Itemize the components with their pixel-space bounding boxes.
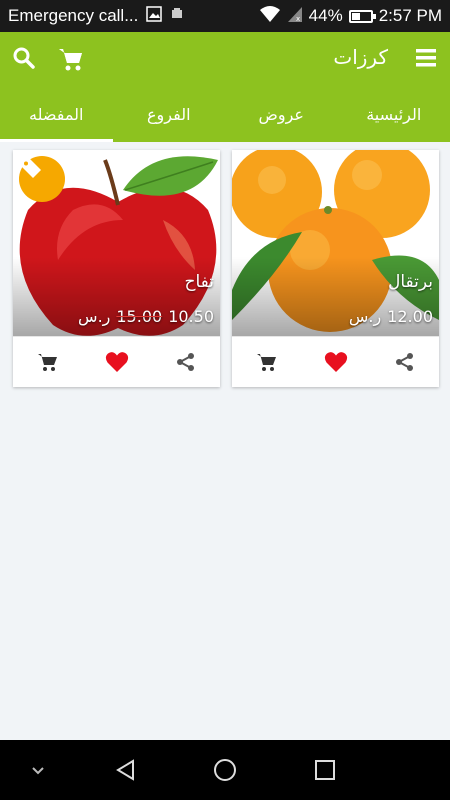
tab-label: عروض [258,104,304,124]
tab-home[interactable]: الرئيسية [338,86,450,142]
recents-icon[interactable] [314,759,336,785]
back-icon[interactable] [114,758,138,786]
tab-label: الفروع [147,104,191,124]
card-actions [13,336,220,387]
tab-label: الرئيسية [366,104,422,124]
product-card[interactable]: تفاح 10.50 15.00 ر.س [13,150,220,387]
navigation-bar [0,740,450,800]
tab-bar: الرئيسية عروض الفروع المفضله [0,86,450,142]
price-currency: ر.س [348,307,382,326]
product-price: 12.00 ر.س [349,307,433,326]
collapse-icon[interactable] [30,762,46,781]
signal-icon: x [287,5,303,28]
product-price: 10.50 15.00 ر.س [78,307,214,326]
add-to-cart-icon[interactable] [253,348,281,376]
product-name: برتقال [388,272,433,292]
app-bar: كرزات [0,32,450,86]
product-card[interactable]: برتقال 12.00 ر.س [232,150,439,387]
menu-icon[interactable] [414,47,438,71]
home-icon[interactable] [213,758,237,786]
image-icon [146,5,163,27]
tab-branches[interactable]: الفروع [113,86,226,142]
usb-icon [170,6,184,26]
price-value: 10.50 [168,307,214,326]
favorite-heart-icon[interactable] [103,348,131,376]
tab-offers[interactable]: عروض [225,86,338,142]
wifi-icon [259,5,281,28]
sale-tag-icon [19,156,65,202]
price-currency: ر.س [78,307,111,326]
share-icon[interactable] [391,348,419,376]
battery-icon [348,9,376,23]
battery-percent: 44% [308,6,343,25]
svg-text:x: x [296,15,300,23]
card-actions [232,336,439,387]
share-icon[interactable] [172,348,200,376]
status-notification-text: Emergency call... [8,6,139,25]
cart-icon[interactable] [58,46,84,72]
add-to-cart-icon[interactable] [34,348,62,376]
app-title: كرزات [333,45,388,69]
status-bar: Emergency call... x 44% 2:57 PM [0,0,450,32]
status-time: 2:57 PM [378,6,442,25]
product-image-apple[interactable]: تفاح 10.50 15.00 ر.س [13,150,220,337]
price-value: 12.00 [387,307,433,326]
product-image-orange[interactable]: برتقال 12.00 ر.س [232,150,439,337]
old-price: 15.00 [116,307,163,326]
favorite-heart-icon[interactable] [322,348,350,376]
search-icon[interactable] [12,46,36,70]
tab-label: المفضله [29,104,84,124]
tab-favorites[interactable]: المفضله [0,86,113,142]
product-name: تفاح [184,272,214,292]
